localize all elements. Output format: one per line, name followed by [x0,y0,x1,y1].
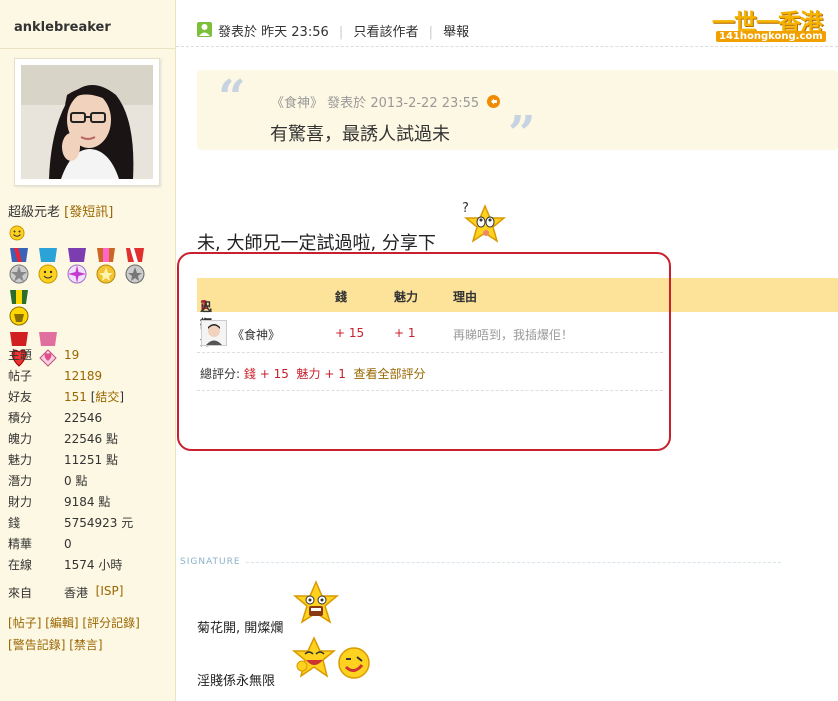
smiley-icon [9,225,25,241]
shocked-emoji-icon [292,580,340,632]
online-status-icon [197,22,212,37]
stat-row-topics: 主題 19 [8,345,173,366]
stat-topics-link[interactable]: 19 [64,345,79,366]
stat-row-wealth: 財力 9184 點 [8,495,111,509]
stat-posts-link[interactable]: 12189 [64,366,102,387]
medal-icon[interactable] [8,248,30,286]
stat-row-online: 在線 1574 小時 [8,558,123,572]
only-author-link[interactable]: 只看該作者 [353,25,418,40]
quote-time: 2013-2-22 23:55 [370,96,480,111]
quote-close-icon: ” [508,106,536,162]
stat-row-courage: 魄力 22546 點 [8,432,118,446]
stat-row-points: 積分 22546 [8,411,103,425]
signature-label: SIGNATURE [180,557,241,567]
medal-icon[interactable] [66,248,88,286]
ban-link[interactable]: 禁言 [74,638,98,652]
stat-friends-link[interactable]: 151 [64,387,87,408]
medal-icon[interactable] [95,248,117,286]
highlight-outline [177,252,671,451]
medal-icon[interactable] [8,290,30,328]
signature-divider [246,562,781,563]
stat-row-charm: 魅力 11251 點 [8,453,118,467]
user-rank: 超級元老 [發短訊] [8,205,114,220]
author-username[interactable]: anklebreaker [14,20,111,35]
thinking-emoji-icon: ? [462,200,508,252]
medal-icon[interactable] [124,248,146,286]
report-link[interactable]: 舉報 [443,25,469,40]
laughing-emoji-icon [291,636,337,686]
rank-title: 超級元老 [8,205,61,220]
wink-emoji-icon [337,646,371,684]
stat-row-potential: 潛力 0 點 [8,474,88,488]
site-logo[interactable]: 一世一香港 141hongkong.com [712,3,838,47]
signature-line-1: 菊花開, 開燦爛 [197,621,284,636]
send-message-link[interactable]: 發短訊 [69,205,108,220]
posts-admin-link[interactable]: 帖子 [13,616,37,630]
add-friend-link[interactable]: 結交 [95,387,119,408]
avatar-photo [21,65,153,179]
stat-row-posts: 帖子 12189 [8,366,173,387]
quote-author: 《食神》 [271,96,324,111]
post-time: 昨天 23:56 [261,25,329,40]
quote-text: 有驚喜，最誘人試過未 [270,124,450,145]
admin-links: [帖子] [編輯] [評分記錄] [警告記錄] [禁言] [8,616,140,652]
author-sidebar: anklebreaker 超級元老 [發短訊] 主題 19 帖子 12189 好… [0,0,176,701]
quote-block: “ 《食神》 發表於 2013-2-22 23:55 有驚喜，最誘人試過未 ” [197,70,838,162]
svg-text:?: ? [462,201,469,216]
isp-link[interactable]: ISP [100,584,118,601]
edit-link[interactable]: 編輯 [50,616,74,630]
quote-meta: 《食神》 發表於 2013-2-22 23:55 [271,92,501,111]
warning-log-link[interactable]: 警告記錄 [13,638,61,652]
stat-row-money: 錢 5754923 元 [8,516,134,530]
jump-to-post-icon[interactable] [487,95,501,108]
signature-line-2: 淫賤係永無限 [197,674,276,689]
logo-domain: 141hongkong.com [716,31,826,42]
post-meta: 發表於 昨天 23:56 | 只看該作者 | 舉報 [218,25,470,40]
avatar[interactable] [14,58,160,186]
stat-row-friends: 好友 151 [結交] [8,387,173,408]
divider [0,48,175,49]
user-location: 來自 香港 [ISP] [8,584,124,601]
medal-icon[interactable] [37,248,59,286]
quote-open-icon: “ [218,70,246,126]
rating-log-link[interactable]: 評分記錄 [87,616,135,630]
stat-row-digest: 精華 0 [8,537,72,551]
user-stats: 主題 19 帖子 12189 好友 151 [結交] 積分 22546 魄力 2… [8,345,173,576]
